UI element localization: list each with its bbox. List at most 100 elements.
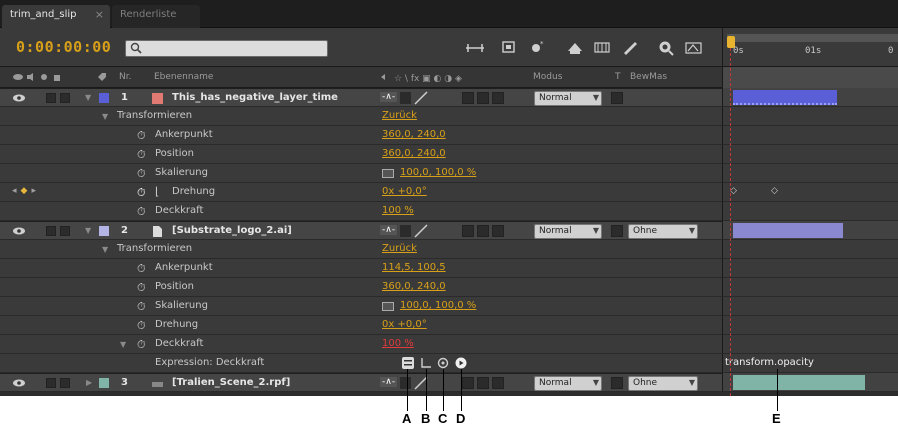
preserve-transparency-box[interactable] <box>611 92 623 104</box>
property-row[interactable]: ⏱ Position 360,0, 240,0 <box>0 278 722 297</box>
property-value[interactable]: 360,0, 240,0 <box>382 148 446 159</box>
property-row[interactable]: ⏱ Position 360,0, 240,0 <box>0 145 722 164</box>
collapse-switch[interactable] <box>400 377 411 389</box>
quality-switch-icon[interactable] <box>413 224 429 238</box>
property-row[interactable]: ⏱ Deckkraft 100 % <box>0 202 722 221</box>
add-keyframe-icon[interactable]: ◆ <box>21 186 32 196</box>
column-nr[interactable]: Nr. <box>119 72 131 82</box>
preserve-transparency-box[interactable] <box>611 225 623 237</box>
draft-3d-icon[interactable] <box>500 39 520 56</box>
layer-name[interactable]: [Substrate_logo_2.ai] <box>172 225 292 236</box>
expression-pickwhip-icon[interactable] <box>437 357 449 369</box>
comp-mini-flowchart-icon[interactable] <box>465 39 485 56</box>
layer-duration-bar[interactable] <box>733 375 865 390</box>
blend-mode-dropdown[interactable]: Normal ▼ <box>534 91 602 106</box>
collapse-triangle-icon[interactable]: ▶ <box>86 378 92 387</box>
close-icon[interactable]: × <box>95 8 104 21</box>
switch-box[interactable] <box>462 92 474 104</box>
stopwatch-icon[interactable]: ⏱ <box>137 281 146 295</box>
property-value[interactable]: 0x +0,0° <box>382 186 427 197</box>
expression-graph-icon[interactable] <box>420 357 432 369</box>
switch-box[interactable] <box>477 377 489 389</box>
blend-mode-dropdown[interactable]: Normal ▼ <box>534 224 602 239</box>
property-value[interactable]: 100,0, 100,0 % <box>400 300 476 311</box>
expand-triangle-icon[interactable]: ▼ <box>85 93 91 102</box>
lock-switch[interactable] <box>60 378 70 388</box>
layer-name[interactable]: [Tralien_Scene_2.rpf] <box>172 377 290 388</box>
tab-trim-and-slip[interactable]: trim_and_slip × <box>2 5 110 28</box>
solo-switch[interactable] <box>46 93 56 103</box>
auto-keyframe-icon[interactable] <box>684 39 704 56</box>
expression-enable-icon[interactable] <box>402 357 414 369</box>
shy-switch-icon[interactable]: -∧- <box>380 92 398 102</box>
transform-group-row[interactable]: ▼ Transformieren Zurück <box>0 107 722 126</box>
switches-header-icons[interactable]: ☆ \ fx ▣ ◐ ◑ ◈ <box>380 72 500 85</box>
label-color-swatch[interactable] <box>99 378 109 388</box>
solo-switch[interactable] <box>46 226 56 236</box>
preserve-transparency-box[interactable] <box>611 377 623 389</box>
timeline-track-1[interactable] <box>722 88 898 107</box>
stopwatch-icon[interactable]: ⏱ <box>137 205 146 219</box>
keyframe-navigator[interactable]: ◂◆▸ <box>12 186 40 196</box>
layer-name[interactable]: This_has_negative_layer_time <box>172 92 338 103</box>
timeline-track-3[interactable] <box>722 373 898 392</box>
property-row[interactable]: ▼ ⏱ Deckkraft 100 % <box>0 335 722 354</box>
stopwatch-icon[interactable]: ⏱ <box>137 148 146 162</box>
timeline-track-2[interactable] <box>722 221 898 240</box>
expand-triangle-icon[interactable]: ▼ <box>120 340 126 349</box>
property-row[interactable]: ◂◆▸ ⏱ ⌊ Drehung 0x +0,0° <box>0 183 722 202</box>
frame-blending-icon[interactable] <box>565 39 585 56</box>
shy-layers-icon[interactable]: * <box>527 39 547 56</box>
keyframe-icon[interactable]: ◇ <box>771 186 778 196</box>
shy-switch-icon[interactable]: -∧- <box>380 377 398 387</box>
tab-renderliste[interactable]: Renderliste <box>112 5 200 28</box>
layer-row-3[interactable]: ▶ 3 [Tralien_Scene_2.rpf] -∧- Normal ▼ Oh… <box>0 373 722 392</box>
solo-switch[interactable] <box>46 378 56 388</box>
layer-row-1[interactable]: ▼ 1 This_has_negative_layer_time -∧- Nor… <box>0 88 722 107</box>
search-input[interactable] <box>125 40 328 57</box>
switch-box[interactable] <box>492 225 504 237</box>
expression-row[interactable]: Expression: Deckkraft <box>0 354 722 373</box>
column-ebenenname[interactable]: Ebenenname <box>154 72 213 82</box>
stopwatch-icon[interactable]: ⏱ <box>137 319 146 333</box>
column-t[interactable]: T <box>615 72 621 82</box>
layer-duration-bar[interactable] <box>733 223 843 238</box>
av-features-header-icon[interactable] <box>12 72 74 85</box>
collapse-switch[interactable] <box>400 92 411 104</box>
expand-triangle-icon[interactable]: ▼ <box>102 245 108 254</box>
lock-switch[interactable] <box>60 93 70 103</box>
graph-editor-icon[interactable] <box>656 39 676 56</box>
label-color-swatch[interactable] <box>99 226 109 236</box>
stopwatch-icon[interactable]: ⏱ <box>137 300 146 314</box>
switch-box[interactable] <box>492 377 504 389</box>
label-header-icon[interactable] <box>97 72 107 85</box>
property-value[interactable]: 100 % <box>382 338 414 349</box>
eye-icon[interactable] <box>12 226 26 236</box>
reset-link[interactable]: Zurück <box>382 243 417 254</box>
property-row[interactable]: ⏱ Skalierung 100,0, 100,0 % <box>0 297 722 316</box>
stopwatch-icon[interactable]: ⏱ <box>137 129 146 143</box>
constrain-proportions-icon[interactable] <box>382 169 394 178</box>
quality-switch-icon[interactable] <box>413 91 429 105</box>
property-value[interactable]: 360,0, 240,0 <box>382 281 446 292</box>
switch-box[interactable] <box>462 225 474 237</box>
blend-mode-dropdown[interactable]: Normal ▼ <box>534 376 602 391</box>
switch-box[interactable] <box>477 92 489 104</box>
property-row[interactable]: ⏱ Ankerpunkt 360,0, 240,0 <box>0 126 722 145</box>
eye-icon[interactable] <box>12 93 26 103</box>
column-bewmas[interactable]: BewMas <box>630 72 667 82</box>
property-value[interactable]: 114,5, 100,5 <box>382 262 446 273</box>
expression-field[interactable]: transform.opacity <box>722 354 898 373</box>
current-time-display[interactable]: 0:00:00:00 <box>16 38 111 56</box>
transform-group-row[interactable]: ▼ Transformieren Zurück <box>0 240 722 259</box>
track-matte-dropdown[interactable]: Ohne ▼ <box>628 224 698 239</box>
stopwatch-icon[interactable]: ⏱ <box>137 262 146 276</box>
layer-row-2[interactable]: ▼ 2 [Substrate_logo_2.ai] -∧- Normal ▼ Oh… <box>0 221 722 240</box>
property-row[interactable]: ⏱ Drehung 0x +0,0° <box>0 316 722 335</box>
constrain-proportions-icon[interactable] <box>382 302 394 311</box>
property-row[interactable]: ⏱ Skalierung 100,0, 100,0 % <box>0 164 722 183</box>
reset-link[interactable]: Zurück <box>382 110 417 121</box>
switch-box[interactable] <box>477 225 489 237</box>
lock-switch[interactable] <box>60 226 70 236</box>
property-value[interactable]: 360,0, 240,0 <box>382 129 446 140</box>
